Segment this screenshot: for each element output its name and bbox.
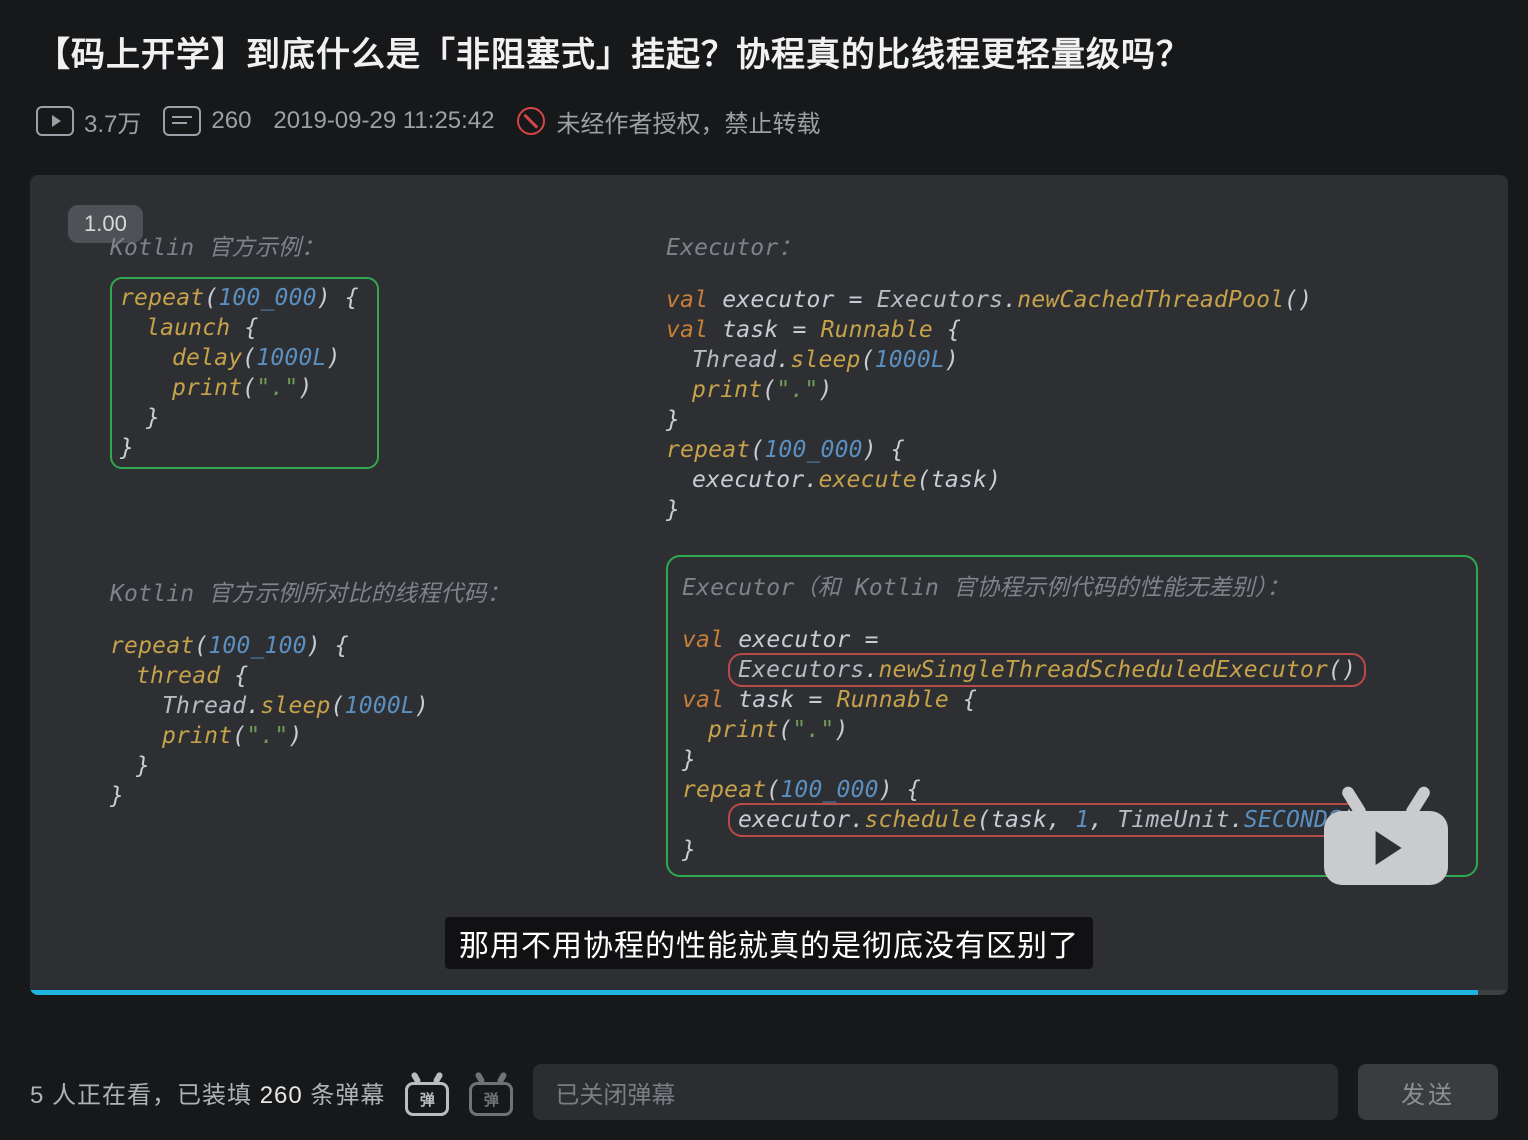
views-stat: 3.7万 (36, 104, 141, 139)
subtitle-caption: 那用不用协程的性能就真的是彻底没有区别了 (30, 917, 1508, 969)
slide-heading: Executor： (666, 233, 1478, 263)
video-title: 【码上开学】到底什么是「非阻塞式」挂起？协程真的比线程更轻量级吗？ (36, 32, 1492, 80)
highlight-red: Executors.newSingleThreadScheduledExecut… (728, 653, 1366, 687)
code-block-kotlin: repeat(100_000) { launch { delay(1000L) … (120, 283, 359, 463)
views-value: 3.7万 (84, 104, 141, 139)
danmaku-input[interactable]: 已关闭弹幕 (533, 1064, 1338, 1120)
highlight-box-kotlin: repeat(100_000) { launch { delay(1000L) … (110, 277, 379, 469)
bilibili-logo-icon (1324, 785, 1448, 885)
danmaku-input-placeholder: 已关闭弹幕 (555, 1075, 675, 1110)
code-block-thread: repeat(100_100) { thread { Thread.sleep(… (110, 631, 656, 811)
code-block-executor1: val executor = Executors.newCachedThread… (666, 285, 1478, 525)
video-meta: 3.7万 260 2019-09-29 11:25:42 未经作者授权，禁止转载 (36, 104, 1492, 139)
reprint-notice: 未经作者授权，禁止转载 (517, 104, 821, 139)
video-player[interactable]: 1.00 Kotlin 官方示例： repeat(100_000) { laun… (30, 175, 1508, 995)
danmaku-stat: 260 (163, 106, 251, 136)
slide-heading: Executor（和 Kotlin 官协程示例代码的性能无差别）： (682, 573, 1464, 603)
play-icon (36, 106, 74, 136)
publish-date: 2019-09-29 11:25:42 (273, 107, 494, 135)
danmaku-toggle-icon[interactable]: 弹 (469, 1074, 513, 1110)
danmaku-bar: 5 人正在看，已装填 260 条弹幕 弹 弹 已关闭弹幕 发送 (30, 1044, 1498, 1140)
slide-content: Kotlin 官方示例： repeat(100_000) { launch { … (110, 203, 1478, 995)
highlight-red: executor.schedule(task, 1, TimeUnit.SECO… (728, 803, 1366, 837)
reprint-text: 未经作者授权，禁止转载 (557, 104, 821, 139)
slide-heading: Kotlin 官方示例所对比的线程代码： (110, 579, 656, 609)
slide-heading: Kotlin 官方示例： (110, 233, 656, 263)
send-button[interactable]: 发送 (1358, 1064, 1498, 1120)
danmaku-value: 260 (211, 107, 251, 135)
subtitle-icon (163, 106, 201, 136)
danmaku-settings-icon[interactable]: 弹 (405, 1074, 449, 1110)
ban-icon (517, 107, 545, 135)
watching-status: 5 人正在看，已装填 260 条弹幕 (30, 1075, 385, 1110)
progress-bar[interactable] (30, 990, 1508, 995)
